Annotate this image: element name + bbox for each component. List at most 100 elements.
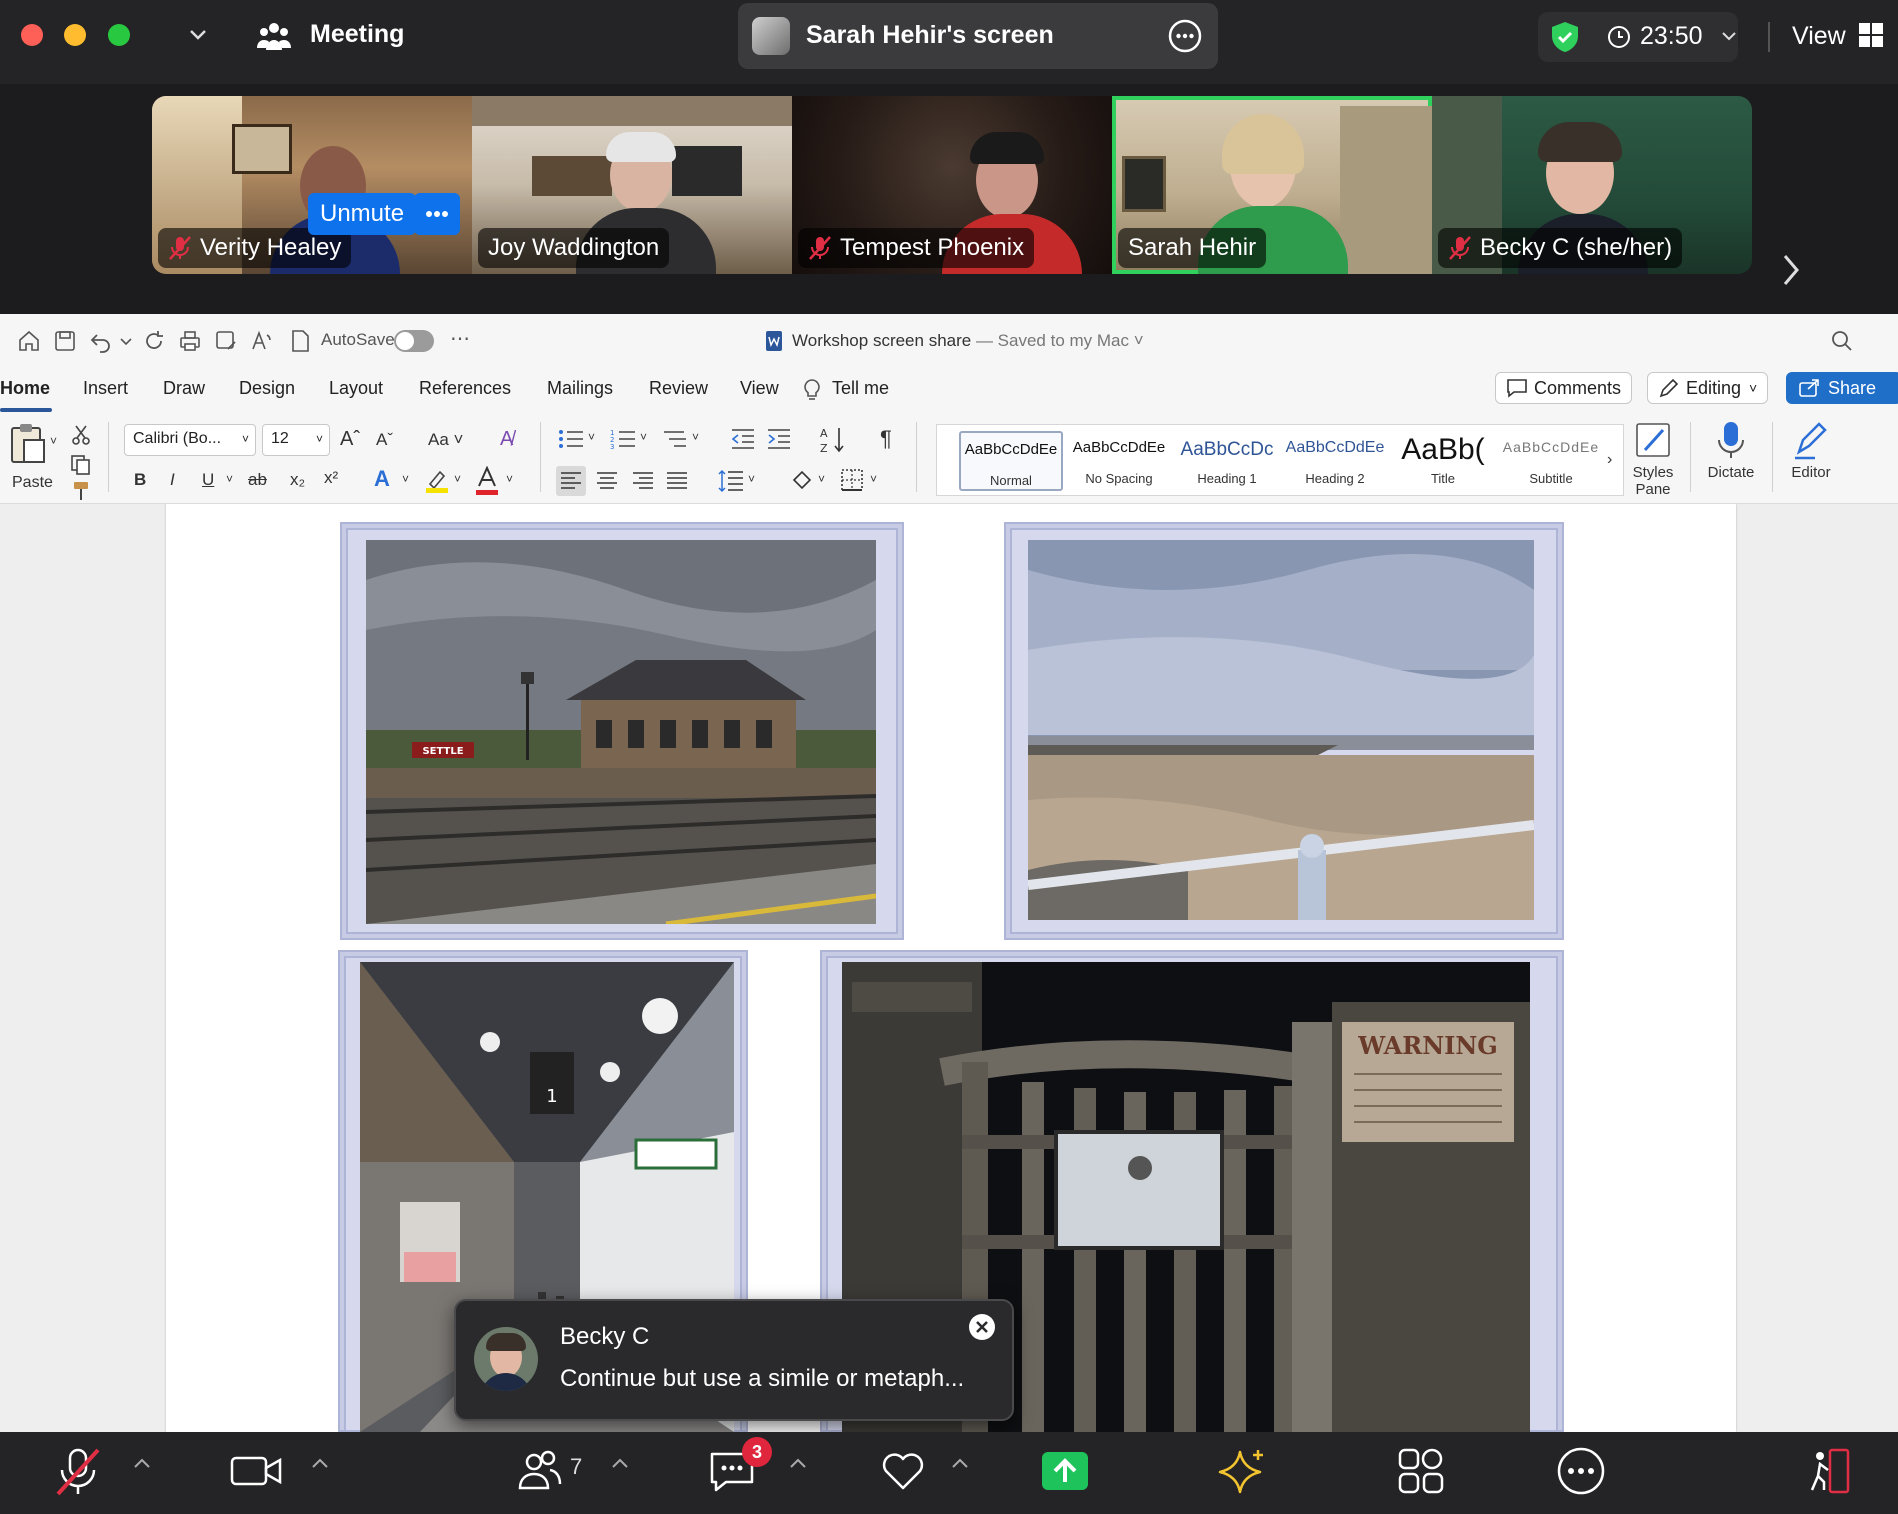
video-tile[interactable]: Becky C (she/her) xyxy=(1432,96,1752,274)
heart-reactions-icon[interactable] xyxy=(878,1446,928,1496)
leave-meeting-icon[interactable] xyxy=(1804,1446,1854,1496)
styles-pane-button[interactable]: Styles Pane xyxy=(1618,420,1688,498)
view-button[interactable]: View xyxy=(1792,22,1846,51)
video-tile[interactable]: Joy Waddington xyxy=(472,96,792,274)
align-right-icon[interactable] xyxy=(632,470,654,492)
save-as-icon[interactable] xyxy=(214,329,238,353)
increase-indent-icon[interactable] xyxy=(766,428,792,450)
strikethrough-icon[interactable]: ab xyxy=(248,470,267,490)
chevron-down-icon[interactable]: ˅ xyxy=(818,472,825,486)
more-options-icon[interactable] xyxy=(1556,1446,1606,1496)
superscript-icon[interactable]: x² xyxy=(324,468,338,488)
paste-label[interactable]: Paste xyxy=(12,474,53,492)
bullets-icon[interactable] xyxy=(558,428,584,450)
chevron-down-icon[interactable]: ˅ xyxy=(870,472,877,486)
chevron-down-icon[interactable]: ˅ xyxy=(226,472,233,486)
underline-icon[interactable]: U xyxy=(202,470,214,490)
video-tile[interactable]: Tempest Phoenix xyxy=(792,96,1112,274)
video-tile-active-speaker[interactable]: Sarah Hehir xyxy=(1112,96,1432,274)
train-station-photo[interactable]: SETTLE xyxy=(366,540,876,924)
document-page[interactable]: SETTLE 1 WARNING xyxy=(166,504,1736,1432)
paste-clipboard-icon[interactable] xyxy=(8,422,48,466)
chevron-up-icon[interactable] xyxy=(310,1456,330,1470)
decrease-indent-icon[interactable] xyxy=(730,428,756,450)
subscript-icon[interactable]: x₂ xyxy=(290,470,305,490)
highlight-icon[interactable] xyxy=(424,468,450,494)
tab-review[interactable]: Review xyxy=(649,378,708,399)
chat-notification[interactable]: Becky C Continue but use a simile or met… xyxy=(454,1299,1014,1421)
style-normal[interactable]: AaBbCcDdEe Normal xyxy=(959,431,1063,491)
tell-me-search[interactable]: Tell me xyxy=(832,378,889,399)
tab-layout[interactable]: Layout xyxy=(329,378,383,399)
font-size-select[interactable]: 12 ˅ xyxy=(262,424,330,456)
clear-formatting-icon[interactable]: A̸ xyxy=(500,428,513,451)
chevron-down-icon[interactable]: ˅ xyxy=(640,430,647,444)
chevron-up-icon[interactable] xyxy=(788,1456,808,1470)
more-options-icon[interactable] xyxy=(1168,19,1202,53)
tab-insert[interactable]: Insert xyxy=(83,378,128,399)
chevron-down-icon[interactable]: ˅ xyxy=(454,472,461,486)
shading-icon[interactable] xyxy=(790,468,814,494)
save-icon[interactable] xyxy=(53,329,77,353)
style-title[interactable]: AaBb( Title xyxy=(1391,431,1495,491)
numbering-icon[interactable]: 123 xyxy=(610,428,636,450)
chevron-right-icon[interactable] xyxy=(1776,252,1806,288)
format-painter-icon[interactable] xyxy=(70,480,92,502)
more-options-icon[interactable] xyxy=(414,193,460,235)
tab-draw[interactable]: Draw xyxy=(163,378,205,399)
shrink-font-icon[interactable]: Aˇ xyxy=(376,430,393,450)
screen-share-indicator[interactable]: Sarah Hehir's screen xyxy=(738,3,1218,69)
chevron-down-icon[interactable] xyxy=(119,329,133,353)
style-no-spacing[interactable]: AaBbCcDdEe No Spacing xyxy=(1067,431,1171,491)
seaside-photo[interactable] xyxy=(1028,540,1534,920)
align-left-icon[interactable] xyxy=(560,470,582,492)
autosave-toggle[interactable] xyxy=(394,330,434,352)
grow-font-icon[interactable]: Aˆ xyxy=(340,428,360,451)
print-icon[interactable] xyxy=(178,329,202,353)
tab-references[interactable]: References xyxy=(419,378,511,399)
fullscreen-window-button[interactable] xyxy=(108,24,130,46)
chevron-down-icon[interactable]: ˅ xyxy=(692,430,699,444)
change-case-icon[interactable]: Aa ˅ xyxy=(428,430,463,450)
search-icon[interactable] xyxy=(1830,329,1854,353)
chevron-down-icon[interactable]: ˅ xyxy=(748,472,755,486)
chevron-down-icon[interactable]: ˅ xyxy=(50,434,57,448)
meeting-label[interactable]: Meeting xyxy=(310,20,404,49)
gallery-view-icon[interactable] xyxy=(1858,22,1884,48)
share-screen-icon[interactable] xyxy=(1040,1446,1090,1496)
editor-button[interactable]: Editor xyxy=(1776,420,1846,481)
chevron-up-icon[interactable] xyxy=(132,1456,152,1470)
justify-icon[interactable] xyxy=(666,470,688,492)
chevron-down-icon[interactable] xyxy=(186,22,210,46)
unmute-button[interactable]: Unmute xyxy=(308,193,417,235)
video-camera-icon[interactable] xyxy=(230,1446,282,1496)
redo-icon[interactable] xyxy=(142,329,166,353)
chevron-up-icon[interactable] xyxy=(610,1456,630,1470)
apps-icon[interactable] xyxy=(1396,1446,1446,1496)
home-icon[interactable] xyxy=(17,329,41,353)
text-effects-icon[interactable]: A xyxy=(374,466,390,492)
document-title[interactable]: Workshop screen share — Saved to my Mac … xyxy=(792,331,1144,351)
font-name-select[interactable]: Calibri (Bo... ˅ xyxy=(124,424,256,456)
style-subtitle[interactable]: AaBbCcDdEe Subtitle xyxy=(1499,431,1603,491)
font-color-icon[interactable] xyxy=(474,466,500,496)
chevron-down-icon[interactable]: ˅ xyxy=(506,472,513,486)
read-aloud-icon[interactable] xyxy=(250,329,274,353)
chevron-up-icon[interactable] xyxy=(950,1456,970,1470)
bold-icon[interactable]: B xyxy=(134,470,146,490)
copy-icon[interactable] xyxy=(70,454,92,476)
chevron-down-icon[interactable] xyxy=(1720,27,1738,45)
italic-icon[interactable]: I xyxy=(170,470,175,490)
align-center-icon[interactable] xyxy=(596,470,618,492)
comments-button[interactable]: Comments xyxy=(1495,372,1633,404)
tab-home[interactable]: Home xyxy=(0,378,50,399)
tab-mailings[interactable]: Mailings xyxy=(547,378,613,399)
undo-icon[interactable] xyxy=(89,329,113,353)
more-commands-button[interactable]: ⋯ xyxy=(450,326,470,351)
muted-microphone-icon[interactable] xyxy=(54,1446,102,1496)
show-formatting-marks-icon[interactable]: ¶ xyxy=(880,426,892,452)
new-document-icon[interactable] xyxy=(288,329,312,353)
participants-icon[interactable] xyxy=(518,1446,562,1496)
chevron-down-icon[interactable]: ˅ xyxy=(402,472,409,486)
close-window-button[interactable] xyxy=(21,24,43,46)
